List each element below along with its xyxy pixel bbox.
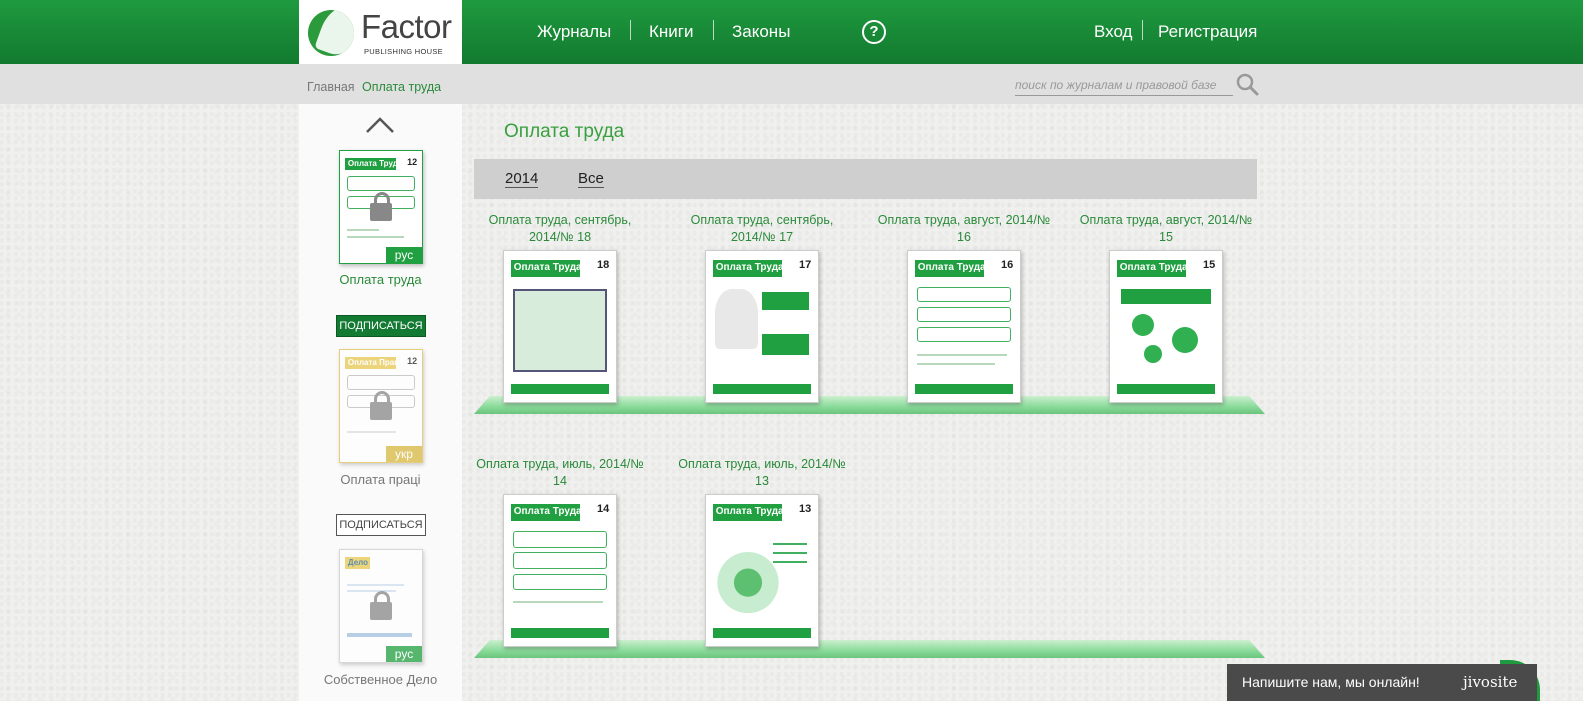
issue-title[interactable]: Оплата труда, сентябрь, 2014/№ 17 <box>672 212 852 246</box>
cover-title: Оплата Праці <box>344 356 396 370</box>
chat-brand-logo: jivosite <box>1463 673 1518 691</box>
subscribe-button[interactable]: ПОДПИСАТЬСЯ <box>336 514 426 536</box>
language-badge: рус <box>386 247 422 263</box>
register-link[interactable]: Регистрация <box>1158 22 1257 42</box>
issue-title[interactable]: Оплата труда, август, 2014/№ 16 <box>874 212 1054 246</box>
cover-number: 16 <box>1001 258 1014 271</box>
chat-widget[interactable]: Напишите нам, мы онлайн! jivosite <box>1227 664 1537 701</box>
chat-label: Напишите нам, мы онлайн! <box>1242 674 1420 690</box>
cover-title: Дело <box>344 556 370 570</box>
nav-laws[interactable]: Законы <box>732 22 790 42</box>
breadcrumb-bar <box>0 64 1583 104</box>
issue-cover[interactable]: Оплата Труда 15 <box>1109 250 1223 403</box>
page-title: Оплата труда <box>504 121 625 142</box>
cover-number: 12 <box>407 355 418 366</box>
cover-number: 14 <box>597 502 610 515</box>
issue-title[interactable]: Оплата труда, август, 2014/№ 15 <box>1076 212 1256 246</box>
search-icon[interactable] <box>1236 73 1260 97</box>
issue-title[interactable]: Оплата труда, июль, 2014/№ 14 <box>470 456 650 490</box>
issue-cover[interactable]: Оплата Труда 14 <box>503 494 617 647</box>
cover-number: 15 <box>1203 258 1216 271</box>
nav-journals[interactable]: Журналы <box>537 22 611 42</box>
lock-icon <box>370 391 392 420</box>
filter-year-2014[interactable]: 2014 <box>505 170 539 188</box>
cover-number: 18 <box>597 258 610 271</box>
nav-divider <box>630 20 631 40</box>
issue-title[interactable]: Оплата труда, июль, 2014/№ 13 <box>672 456 852 490</box>
cover-number: 17 <box>799 258 812 271</box>
sidebar-journal-title[interactable]: Оплата труда <box>299 272 462 287</box>
lock-icon <box>370 591 392 620</box>
cover-title: Оплата Труда <box>914 260 985 277</box>
nav-divider <box>1142 20 1143 40</box>
cover-title: Оплата Труда <box>344 157 396 171</box>
journal-sidebar: Оплата Труда 12 рус Оплата труда ПОДПИСА… <box>299 104 462 701</box>
nav-books[interactable]: Книги <box>649 22 693 42</box>
logo[interactable]: Factor PUBLISHING HOUSE <box>299 0 462 64</box>
cover-title: Оплата Труда <box>712 260 783 277</box>
language-badge: рус <box>386 646 422 662</box>
breadcrumb-home[interactable]: Главная <box>307 80 355 94</box>
sidebar-journal-title[interactable]: Собственное Дело <box>299 672 462 687</box>
nav-divider <box>713 20 714 40</box>
cover-title: Оплата Труда <box>712 504 783 521</box>
search-input[interactable] <box>1015 74 1233 96</box>
lock-icon <box>370 192 392 221</box>
top-navbar: Factor PUBLISHING HOUSE Журналы Книги За… <box>0 0 1583 64</box>
cover-title: Оплата Труда <box>510 260 581 277</box>
issue-title[interactable]: Оплата труда, сентябрь, 2014/№ 18 <box>470 212 650 246</box>
issue-cover[interactable]: Оплата Труда 17 <box>705 250 819 403</box>
sidebar-journal-cover[interactable]: Оплата Праці 12 укр <box>339 349 423 463</box>
sidebar-journal-title[interactable]: Оплата праці <box>299 472 462 487</box>
subscribe-button[interactable]: ПОДПИСАТЬСЯ <box>336 315 426 337</box>
issue-cover[interactable]: Оплата Труда 18 <box>503 250 617 403</box>
login-link[interactable]: Вход <box>1094 22 1132 42</box>
language-badge: укр <box>386 446 422 462</box>
cover-number: 13 <box>799 502 812 515</box>
issue-cover[interactable]: Оплата Труда 16 <box>907 250 1021 403</box>
logo-subtitle: PUBLISHING HOUSE <box>364 47 443 56</box>
logo-name: Factor <box>361 8 452 45</box>
filter-all[interactable]: Все <box>578 170 604 188</box>
cover-title: Оплата Труда <box>510 504 581 521</box>
chevron-up-icon[interactable] <box>365 116 395 134</box>
breadcrumb-current: Оплата труда <box>362 80 442 94</box>
sidebar-journal-cover[interactable]: Оплата Труда 12 рус <box>339 150 423 264</box>
cover-title: Оплата Труда <box>1116 260 1187 277</box>
feather-logo-icon <box>308 10 354 56</box>
cover-number: 12 <box>407 156 418 167</box>
help-icon[interactable]: ? <box>862 20 886 44</box>
issue-cover[interactable]: Оплата Труда 13 <box>705 494 819 647</box>
sidebar-journal-cover[interactable]: Дело рус <box>339 549 423 663</box>
